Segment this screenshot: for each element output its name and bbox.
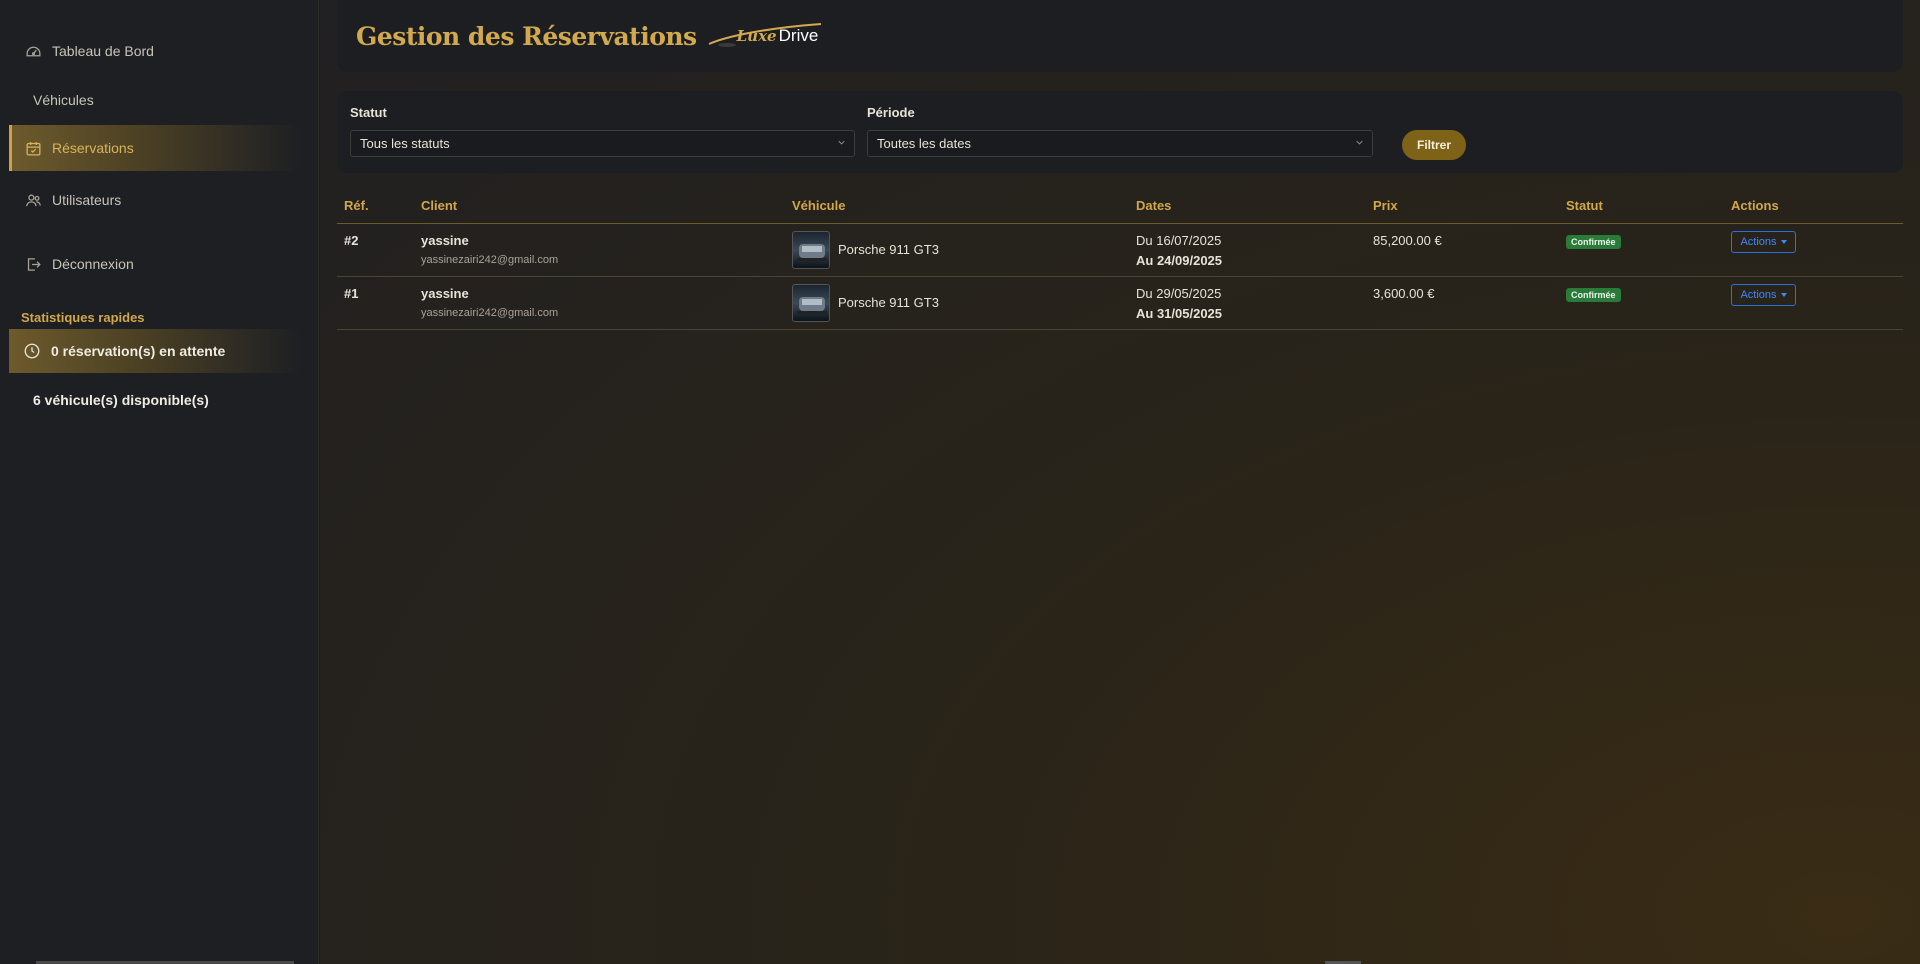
dashboard-gauge-icon [24,42,42,60]
chevron-down-icon [838,140,845,145]
period-select-value: Toutes les dates [877,136,971,151]
period-filter-label: Période [867,105,915,120]
reservation-price: 85,200.00 € [1373,233,1442,248]
page-header: Gestion des Réservations Luxe Drive [337,0,1903,72]
logo-text-drive: Drive [778,26,819,45]
reservation-price: 3,600.00 € [1373,286,1435,301]
logo-text-luxe: Luxe [736,27,777,45]
actions-label: Actions [1740,236,1777,248]
status-filter-label: Statut [350,105,387,120]
table-row: #2 yassine yassinezairi242@gmail.com Por… [337,224,1903,277]
status-badge: Confirmée [1566,288,1621,302]
stat-label: 0 réservation(s) en attente [51,343,226,359]
column-header-status[interactable]: Statut [1566,198,1603,213]
chevron-down-icon [1356,140,1363,145]
column-header-vehicle[interactable]: Véhicule [792,198,845,213]
main-content: Gestion des Réservations Luxe Drive Stat… [320,0,1920,964]
stat-available-vehicles: 6 véhicule(s) disponible(s) [9,378,301,422]
table-row: #1 yassine yassinezairi242@gmail.com Por… [337,277,1903,330]
column-header-dates[interactable]: Dates [1136,198,1171,213]
client-name: yassine [421,286,469,301]
caret-down-icon [1780,293,1787,297]
date-from: Du 16/07/2025 [1136,233,1222,248]
column-header-client[interactable]: Client [421,198,457,213]
sidebar-item-label: Véhicules [33,92,94,108]
table-header-row: Réf. Client Véhicule Dates Prix Statut A… [337,190,1903,224]
status-badge: Confirmée [1566,235,1621,249]
column-header-ref[interactable]: Réf. [344,198,369,213]
reservation-ref: #2 [344,233,359,248]
sidebar: Tableau de Bord Véhicules Réservations U… [0,0,319,964]
status-select-value: Tous les statuts [360,136,450,151]
client-email: yassinezairi242@gmail.com [421,254,559,266]
clock-icon [23,342,41,360]
users-icon [24,191,42,209]
actions-dropdown-button[interactable]: Actions [1731,231,1796,253]
reservation-ref: #1 [344,286,359,301]
stat-label: 6 véhicule(s) disponible(s) [33,392,209,408]
luxedrive-logo: Luxe Drive [707,20,823,52]
date-to: Au 31/05/2025 [1136,306,1223,321]
stats-title: Statistiques rapides [21,310,145,325]
filter-panel: Statut Tous les statuts Période Toutes l… [337,91,1903,173]
sidebar-item-tableau-de-bord[interactable]: Tableau de Bord [9,28,301,74]
sidebar-item-vehicules[interactable]: Véhicules [9,77,301,123]
date-to: Au 24/09/2025 [1136,253,1223,268]
sidebar-item-label: Réservations [52,140,134,156]
sidebar-item-label: Utilisateurs [52,192,122,208]
client-email: yassinezairi242@gmail.com [421,307,559,319]
vehicle-thumbnail [792,231,830,269]
column-header-actions: Actions [1731,198,1779,213]
filter-button[interactable]: Filtrer [1402,130,1466,160]
page-title: Gestion des Réservations [356,21,697,51]
caret-down-icon [1780,240,1787,244]
status-select[interactable]: Tous les statuts [350,130,855,157]
vehicle-name: Porsche 911 GT3 [838,295,939,310]
actions-dropdown-button[interactable]: Actions [1731,284,1796,306]
period-select[interactable]: Toutes les dates [867,130,1373,157]
sidebar-item-reservations[interactable]: Réservations [9,125,301,171]
sidebar-item-label: Tableau de Bord [52,43,154,59]
reservations-table: Réf. Client Véhicule Dates Prix Statut A… [337,190,1903,330]
sidebar-item-deconnexion[interactable]: Déconnexion [9,241,301,287]
column-header-price[interactable]: Prix [1373,198,1398,213]
vehicle-thumbnail [792,284,830,322]
sidebar-item-utilisateurs[interactable]: Utilisateurs [9,177,301,223]
logout-icon [24,255,42,273]
calendar-check-icon [24,139,42,157]
actions-label: Actions [1740,289,1777,301]
stat-pending-reservations: 0 réservation(s) en attente [9,329,301,373]
sidebar-item-label: Déconnexion [52,256,134,272]
date-from: Du 29/05/2025 [1136,286,1222,301]
vehicle-name: Porsche 911 GT3 [838,242,939,257]
client-name: yassine [421,233,469,248]
